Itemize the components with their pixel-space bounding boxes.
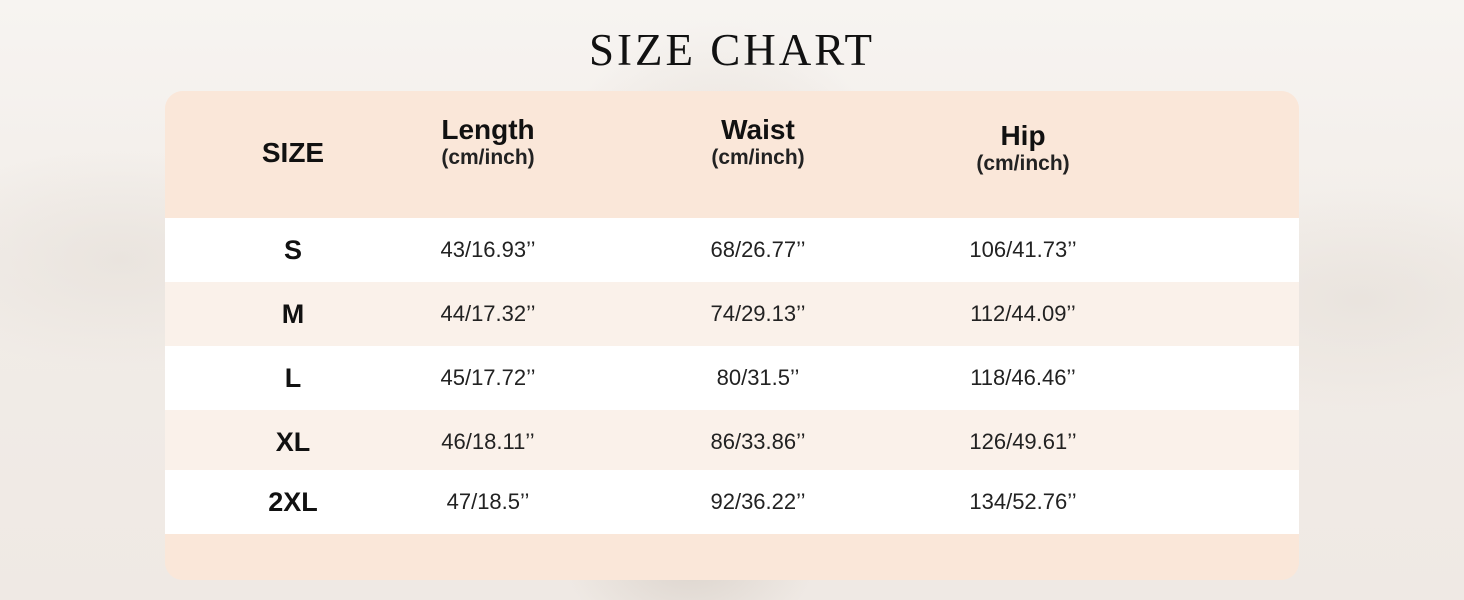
length-cell: 43/16.93’’ — [440, 237, 536, 262]
size-cell: M — [281, 298, 305, 329]
header-hip: Hip (cm/inch) — [933, 91, 1113, 212]
header-waist-label: Waist — [721, 113, 795, 145]
hip-cell: 112/44.09’’ — [970, 301, 1076, 326]
length-cell: 45/17.72’’ — [440, 365, 536, 390]
hip-cell: 126/49.61’’ — [969, 429, 1077, 454]
table-row: L 45/17.72’’ 80/31.5’’ 118/46.46’’ — [165, 346, 1299, 410]
table-footer — [165, 534, 1299, 580]
size-cell: XL — [275, 426, 311, 457]
waist-cell: 68/26.77’’ — [710, 237, 806, 262]
size-cell: S — [283, 234, 302, 265]
table-row: M 44/17.32’’ 74/29.13’’ 112/44.09’’ — [165, 282, 1299, 346]
length-cell: 47/18.5’’ — [446, 489, 530, 514]
waist-cell: 86/33.86’’ — [710, 429, 806, 454]
hip-cell: 134/52.76’’ — [969, 489, 1077, 514]
header-size-label: SIZE — [261, 136, 325, 168]
waist-cell: 74/29.13’’ — [710, 301, 806, 326]
length-cell: 44/17.32’’ — [440, 301, 536, 326]
header-hip-unit: (cm/inch) — [976, 151, 1070, 175]
hip-cell: 118/46.46’’ — [970, 365, 1076, 390]
size-cell: 2XL — [268, 486, 318, 517]
table-row: 2XL 47/18.5’’ 92/36.22’’ 134/52.76’’ — [165, 470, 1299, 534]
header-length: Length (cm/inch) — [408, 91, 568, 206]
header-waist-unit: (cm/inch) — [711, 145, 805, 169]
header-size: SIZE — [213, 91, 373, 216]
size-table: SIZE Length (cm/inch) Waist (cm/inch) Hi… — [165, 91, 1299, 580]
length-cell: 46/18.11’’ — [441, 429, 535, 454]
header-length-unit: (cm/inch) — [441, 145, 535, 169]
header-length-label: Length — [441, 113, 535, 145]
table-row: S 43/16.93’’ 68/26.77’’ 106/41.73’’ — [165, 218, 1299, 282]
size-cell: L — [284, 362, 302, 393]
header-waist: Waist (cm/inch) — [678, 91, 838, 206]
waist-cell: 92/36.22’’ — [710, 489, 806, 514]
hip-cell: 106/41.73’’ — [969, 237, 1077, 262]
waist-cell: 80/31.5’’ — [716, 365, 800, 390]
page-title: SIZE CHART — [588, 25, 876, 75]
header-hip-label: Hip — [1000, 119, 1046, 151]
table-header: SIZE Length (cm/inch) Waist (cm/inch) Hi… — [165, 91, 1299, 218]
table-row: XL 46/18.11’’ 86/33.86’’ 126/49.61’’ — [165, 410, 1299, 474]
